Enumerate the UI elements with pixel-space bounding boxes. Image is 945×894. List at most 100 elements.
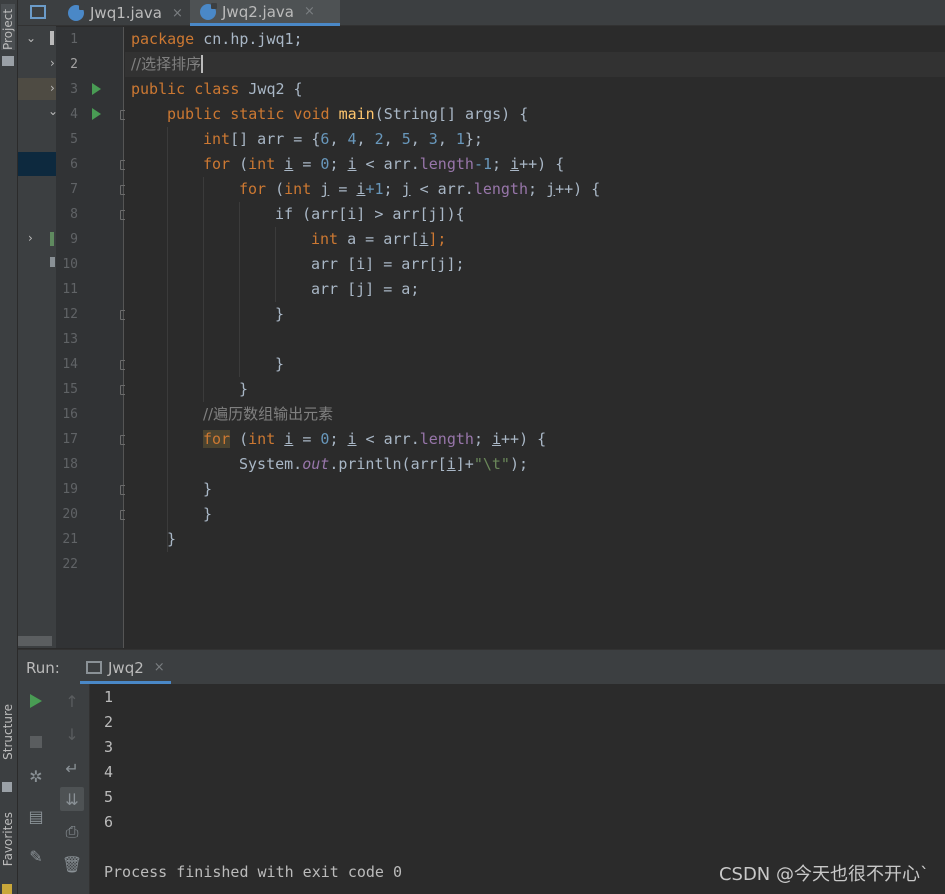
code-line[interactable]: for (int i = 0; i < arr.length-1; i++) { bbox=[203, 152, 564, 177]
code-line[interactable]: } bbox=[203, 502, 212, 527]
keyword: public class bbox=[131, 80, 240, 98]
run-main-icon[interactable] bbox=[92, 108, 101, 120]
code-line[interactable]: arr [i] = arr[j]; bbox=[311, 252, 465, 277]
variable: i bbox=[347, 155, 357, 173]
arrow-up-icon: ↑ bbox=[65, 691, 79, 711]
favorites-tool-tab[interactable]: Favorites bbox=[1, 812, 15, 866]
variable: i bbox=[510, 155, 520, 173]
line-number: 9 bbox=[70, 232, 78, 247]
tab-jwq1-java[interactable]: Jwq1.java × bbox=[58, 0, 188, 26]
code-editor[interactable]: package cn.hp.jwq1; //选择排序 public class … bbox=[125, 27, 945, 648]
code-text: a = arr[ bbox=[338, 230, 420, 248]
line-number: 12 bbox=[62, 307, 78, 322]
field: length bbox=[473, 180, 528, 198]
code-text: ); bbox=[509, 455, 528, 473]
code-text: ]+ bbox=[455, 455, 474, 473]
variable: i bbox=[446, 455, 456, 473]
chevron-right-icon[interactable]: › bbox=[50, 56, 55, 70]
horizontal-scrollbar[interactable] bbox=[18, 636, 52, 646]
project-tree-active-row[interactable] bbox=[18, 152, 56, 176]
print-button[interactable]: ⎙ bbox=[60, 820, 84, 844]
line-number-gutter[interactable]: 1 2 3 4 5 6 7 8 9 10 11 12 13 14 15 16 1… bbox=[56, 27, 129, 648]
code-text: arr. bbox=[383, 155, 420, 173]
code-line[interactable]: if (arr[i] > arr[j]){ bbox=[275, 202, 465, 227]
code-line[interactable]: } bbox=[239, 377, 248, 402]
code-line[interactable]: } bbox=[275, 302, 284, 327]
code-text: Jwq2 { bbox=[239, 80, 303, 98]
console-line: 6 bbox=[104, 813, 114, 831]
code-line[interactable]: } bbox=[203, 477, 212, 502]
soft-wrap-button[interactable]: ↵ bbox=[60, 756, 84, 780]
close-icon[interactable]: × bbox=[172, 6, 183, 21]
line-number: 14 bbox=[62, 357, 78, 372]
layout-button[interactable]: ▤ bbox=[24, 804, 48, 828]
chevron-down-icon[interactable]: ⌄ bbox=[26, 31, 36, 45]
run-class-icon[interactable] bbox=[92, 83, 101, 95]
keyword: for bbox=[239, 180, 267, 198]
code-line[interactable]: } bbox=[275, 352, 284, 377]
code-line[interactable]: //选择排序 bbox=[131, 52, 204, 77]
code-text: } bbox=[275, 305, 285, 323]
field: length bbox=[419, 430, 474, 448]
clear-console-button[interactable]: 🗑 bbox=[60, 852, 84, 876]
library-icon bbox=[50, 232, 54, 246]
code-line[interactable]: package cn.hp.jwq1; bbox=[131, 27, 303, 52]
variable: j bbox=[320, 180, 330, 198]
stop-icon bbox=[30, 736, 42, 748]
project-tool-tab[interactable]: Project bbox=[1, 4, 15, 50]
code-line[interactable]: arr [j] = a; bbox=[311, 277, 419, 302]
print-icon: ⎙ bbox=[65, 822, 79, 841]
run-tab-jwq2[interactable]: Jwq2 × bbox=[80, 654, 171, 684]
indent-guide bbox=[275, 227, 276, 302]
keyword: int bbox=[248, 155, 276, 173]
tab-label: Jwq2.java bbox=[222, 2, 294, 21]
structure-tool-tab[interactable]: Structure bbox=[1, 704, 15, 760]
line-number: 3 bbox=[70, 82, 78, 97]
run-toolbar-primary: ✲ ▤ ✎ bbox=[18, 684, 54, 894]
code-text: } bbox=[203, 480, 213, 498]
close-icon[interactable]: × bbox=[154, 660, 165, 675]
file-icon bbox=[50, 257, 55, 267]
number: 3 bbox=[428, 130, 438, 148]
code-line[interactable]: //遍历数组输出元素 bbox=[203, 402, 333, 427]
scroll-down-button[interactable]: ↓ bbox=[60, 722, 84, 746]
exit-message: Process finished with exit code 0 bbox=[104, 863, 403, 881]
run-panel-header: Run: Jwq2 × bbox=[18, 649, 945, 684]
code-line[interactable]: } bbox=[167, 527, 176, 552]
bug-icon: ✲ bbox=[29, 766, 43, 786]
chevron-right-icon[interactable]: › bbox=[28, 231, 33, 245]
scroll-up-button[interactable]: ↑ bbox=[60, 689, 84, 713]
close-icon[interactable]: × bbox=[304, 4, 315, 19]
code-line[interactable]: System.out.println(arr[i]+"\t"); bbox=[239, 452, 528, 477]
console-line: 1 bbox=[104, 688, 114, 706]
number: -1 bbox=[473, 155, 492, 173]
code-line[interactable]: for (int i = 0; i < arr.length; i++) { bbox=[203, 427, 546, 452]
console-line: 3 bbox=[104, 738, 114, 756]
scroll-to-end-button[interactable]: ⇊ bbox=[60, 787, 84, 811]
code-line[interactable]: public static void main(String[] args) { bbox=[167, 102, 528, 127]
keyword: int bbox=[284, 180, 312, 198]
code-text: ]; bbox=[428, 230, 447, 248]
number: 0 bbox=[320, 155, 330, 173]
project-view-icon[interactable] bbox=[30, 5, 46, 19]
code-line[interactable]: int[] arr = {6, 4, 2, 5, 3, 1}; bbox=[203, 127, 483, 152]
debug-button[interactable]: ✲ bbox=[24, 764, 48, 788]
pin-button[interactable]: ✎ bbox=[24, 844, 48, 868]
console-line: 4 bbox=[104, 763, 114, 781]
stop-button[interactable] bbox=[24, 730, 48, 754]
code-text: ++) { bbox=[519, 155, 565, 173]
console-line: 5 bbox=[104, 788, 114, 806]
code-text: } bbox=[275, 355, 285, 373]
chevron-right-icon[interactable]: › bbox=[50, 81, 55, 95]
code-text: [] arr = { bbox=[230, 130, 321, 148]
run-tab-label: Jwq2 bbox=[108, 658, 144, 677]
rerun-button[interactable] bbox=[24, 689, 48, 713]
arrow-down-icon: ↓ bbox=[65, 724, 79, 744]
code-line[interactable]: public class Jwq2 { bbox=[131, 77, 303, 102]
keyword: package bbox=[131, 30, 195, 48]
tab-jwq2-java[interactable]: Jwq2.java × bbox=[190, 0, 340, 26]
number: 5 bbox=[401, 130, 411, 148]
code-line[interactable]: for (int j = i+1; j < arr.length; j++) { bbox=[239, 177, 600, 202]
line-number: 20 bbox=[62, 507, 78, 522]
code-line[interactable]: int a = arr[i]; bbox=[311, 227, 446, 252]
